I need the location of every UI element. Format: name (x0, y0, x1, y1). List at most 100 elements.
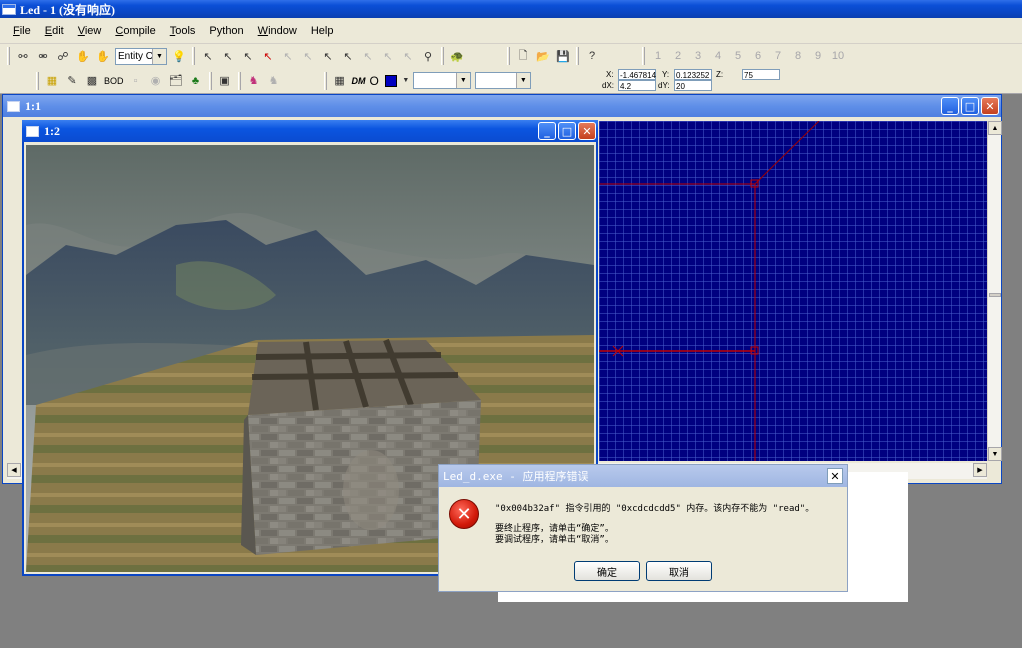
close-icon[interactable]: ✕ (827, 468, 843, 484)
scroll-down-icon[interactable]: ▼ (988, 447, 1002, 461)
menu-file[interactable]: File (6, 23, 38, 39)
scroll-left-icon[interactable]: ◀ (7, 463, 21, 477)
dm-button[interactable]: DM (352, 76, 366, 86)
pointer-scale-icon[interactable]: ↖ (319, 47, 337, 65)
menu-edit[interactable]: Edit (38, 23, 71, 39)
dropdown-a[interactable]: ▼ (412, 72, 471, 89)
maximize-button[interactable]: □ (961, 97, 979, 115)
pencil-icon[interactable]: ✎ (63, 72, 81, 90)
grid-window-title: 1:1 (25, 98, 41, 113)
hand-disabled-icon: ✋ (76, 50, 90, 63)
app-title-bar[interactable]: Led - 1 (没有响应) (0, 0, 1022, 18)
new-file-icon[interactable]: 🗋 (514, 47, 532, 65)
color-dropdown-icon[interactable]: ▼ (402, 72, 410, 90)
scene-window-title-bar[interactable]: 1:2 _ □ ✕ (22, 120, 598, 142)
dialog-title: Led_d.exe - 应用程序错误 (443, 470, 589, 483)
layer-tab-9[interactable]: 9 (808, 50, 828, 62)
scroll-up-icon[interactable]: ▲ (988, 121, 1002, 135)
chevron-down-icon[interactable]: ▼ (152, 48, 166, 64)
menu-compile[interactable]: Compile (108, 23, 162, 39)
grid-icon[interactable]: ▦ (331, 72, 349, 90)
properties-icon[interactable]: 🗂 (167, 72, 185, 90)
dy-label: dY: (658, 81, 670, 90)
dy-value[interactable]: 20 (674, 80, 712, 91)
bod-button[interactable]: BOD (104, 76, 124, 86)
error-dialog[interactable]: Led_d.exe - 应用程序错误 ✕ ✕ "0x004b32af" 指令引用… (438, 464, 848, 592)
toolbar-grip[interactable] (441, 47, 444, 65)
error-icon: ✕ (449, 499, 479, 529)
magnify-icon[interactable]: ⚲ (419, 47, 437, 65)
pointer-icon[interactable]: ↖ (199, 47, 217, 65)
toolbar-grip[interactable] (576, 47, 579, 65)
layer-tab-5[interactable]: 5 (728, 50, 748, 62)
y-value[interactable]: 0.123252 (674, 69, 712, 80)
brush-icon[interactable]: ▦ (43, 72, 61, 90)
creature-icon[interactable]: ♞ (245, 72, 263, 90)
select-link-icon[interactable]: ☍ (54, 47, 72, 65)
dropdown-b[interactable]: ▼ (474, 72, 531, 89)
dialog-title-bar[interactable]: Led_d.exe - 应用程序错误 ✕ (439, 465, 847, 487)
layer-tab-4[interactable]: 4 (708, 50, 728, 62)
minimize-button[interactable]: _ (941, 97, 959, 115)
grid-window-title-bar[interactable]: 1:1 _ □ ✕ (3, 95, 1001, 117)
save-icon[interactable]: 💾 (554, 47, 572, 65)
viewport-icon[interactable]: ▣ (216, 72, 234, 90)
close-button[interactable]: ✕ (578, 122, 596, 140)
color-swatch[interactable] (382, 72, 400, 90)
toolbar-grip[interactable] (36, 71, 39, 90)
layer-tab-7[interactable]: 7 (768, 50, 788, 62)
chevron-down-icon[interactable]: ▼ (455, 73, 470, 88)
pointer-move-icon[interactable]: ↖ (239, 47, 257, 65)
layer-tab-8[interactable]: 8 (788, 50, 808, 62)
tree-icon[interactable]: ♣ (187, 72, 205, 90)
menu-window[interactable]: Window (251, 23, 304, 39)
toolbar-grip[interactable] (208, 71, 212, 90)
entity-select[interactable]: Entity Ol ▼ (115, 47, 167, 65)
brush-outline (599, 121, 820, 461)
layer-tab-1[interactable]: 1 (648, 50, 668, 62)
grid-canvas[interactable] (599, 121, 987, 461)
vertical-scrollbar[interactable]: ▲ ▼ (987, 121, 1002, 461)
menu-help[interactable]: Help (304, 23, 341, 39)
toolbar-grip[interactable] (507, 47, 510, 65)
layer-tab-10[interactable]: 10 (828, 50, 848, 62)
pointer-disabled-icon: ↖ (283, 50, 293, 63)
toolbar-grip[interactable] (192, 47, 195, 65)
scroll-thumb[interactable] (989, 293, 1001, 297)
chevron-down-icon[interactable]: ▼ (515, 73, 530, 88)
menu-tools[interactable]: Tools (163, 23, 203, 39)
open-folder-icon[interactable]: 📂 (534, 47, 552, 65)
minimize-button[interactable]: _ (538, 122, 556, 140)
toolbar-grip[interactable] (7, 47, 10, 65)
o-button[interactable]: O (370, 74, 379, 88)
link-icon[interactable]: ⚯ (14, 47, 32, 65)
turtle-icon[interactable]: 🐢 (448, 47, 466, 65)
layer-tab-2[interactable]: 2 (668, 50, 688, 62)
cancel-button[interactable]: 取消 (646, 561, 712, 581)
texture-icon[interactable]: ▩ (83, 72, 101, 90)
x-value[interactable]: -1.467814 (618, 69, 656, 80)
pointer-vertex-icon: ↖ (363, 50, 373, 63)
toolbar-grip[interactable] (642, 47, 645, 65)
app-icon (2, 3, 16, 15)
toolbar-grip[interactable] (323, 71, 327, 90)
pointer-face-icon[interactable]: ↖ (339, 47, 357, 65)
dx-value[interactable]: 4.2 (618, 80, 656, 91)
maximize-button[interactable]: □ (558, 122, 576, 140)
menu-python[interactable]: Python (202, 23, 250, 39)
layer-tab-6[interactable]: 6 (748, 50, 768, 62)
scroll-right-icon[interactable]: ▶ (973, 463, 987, 477)
menu-view[interactable]: View (71, 23, 109, 39)
creature-disabled-icon: ♞ (268, 75, 279, 87)
lightbulb-icon[interactable]: 💡 (170, 47, 188, 65)
help-icon[interactable]: ? (583, 47, 601, 65)
layer-tab-3[interactable]: 3 (688, 50, 708, 62)
pointer-add-icon[interactable]: ↖ (219, 47, 237, 65)
pointer-rotate-icon: ↖ (303, 50, 313, 63)
pointer-delete-icon[interactable]: ↖ (259, 47, 277, 65)
ok-button[interactable]: 确定 (574, 561, 640, 581)
close-button[interactable]: ✕ (981, 97, 999, 115)
unlink-icon[interactable]: ⚮ (34, 47, 52, 65)
z-value[interactable]: 75 (742, 69, 780, 80)
toolbar-grip[interactable] (237, 71, 241, 90)
